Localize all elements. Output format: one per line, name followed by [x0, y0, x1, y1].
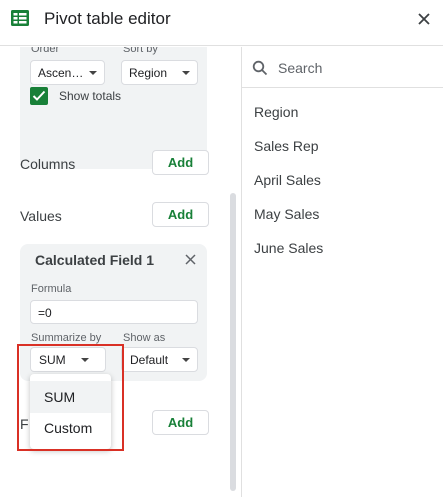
- values-label: Values: [20, 208, 62, 224]
- columns-label: Columns: [20, 156, 76, 172]
- columns-add-button[interactable]: Add: [152, 150, 209, 175]
- order-select[interactable]: Ascen…: [30, 60, 105, 85]
- editor-header: Pivot table editor: [0, 0, 443, 46]
- field-item-sales-rep[interactable]: Sales Rep: [254, 138, 319, 154]
- search-icon: [252, 60, 268, 76]
- formula-value: =0: [38, 306, 52, 320]
- editor-title: Pivot table editor: [44, 9, 171, 28]
- field-search-input[interactable]: [278, 59, 428, 77]
- sortby-label: Sort by: [123, 47, 158, 55]
- field-item-june-sales[interactable]: June Sales: [254, 240, 323, 256]
- order-label: Order: [31, 47, 60, 55]
- show-as-select[interactable]: Default: [121, 347, 198, 372]
- close-icon[interactable]: [417, 12, 431, 26]
- sortby-value: Region: [129, 66, 168, 80]
- field-item-may-sales[interactable]: May Sales: [254, 206, 319, 222]
- sortby-select[interactable]: Region: [121, 60, 198, 85]
- highlight-box: [17, 344, 124, 451]
- summarize-by-label: Summarize by: [31, 332, 102, 344]
- chevron-down-icon: [89, 71, 97, 75]
- panel-scrollbar[interactable]: [230, 193, 236, 491]
- order-value: Ascen…: [38, 66, 84, 80]
- search-divider: [242, 87, 443, 88]
- show-totals-label: Show totals: [59, 89, 122, 103]
- chevron-down-icon: [182, 71, 190, 75]
- calculated-field-title: Calculated Field 1: [35, 252, 155, 268]
- close-icon[interactable]: [185, 254, 196, 265]
- chevron-down-icon: [182, 358, 190, 362]
- field-item-april-sales[interactable]: April Sales: [254, 172, 321, 188]
- values-add-button[interactable]: Add: [152, 202, 209, 227]
- show-as-label: Show as: [123, 332, 166, 344]
- show-totals-checkbox[interactable]: [30, 87, 48, 105]
- formula-field[interactable]: =0: [30, 300, 198, 324]
- sheets-table-icon: [11, 10, 29, 26]
- field-item-region[interactable]: Region: [254, 104, 298, 120]
- field-list-panel: Region Sales Rep April Sales May Sales J…: [242, 47, 443, 497]
- filters-add-button[interactable]: Add: [152, 410, 209, 435]
- show-as-value: Default: [130, 353, 169, 367]
- formula-label: Formula: [31, 283, 72, 295]
- check-icon: [32, 90, 46, 101]
